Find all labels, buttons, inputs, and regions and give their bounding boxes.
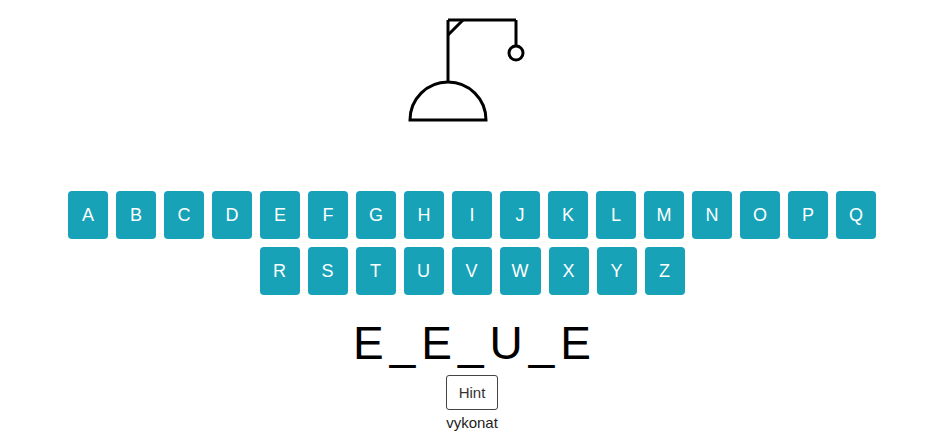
keyboard: ABCDEFGHIJKLMNOPQ RSTUVWXYZ — [68, 191, 876, 295]
letter-key[interactable]: Q — [836, 191, 876, 239]
keyboard-row: ABCDEFGHIJKLMNOPQ — [68, 191, 876, 239]
letter-key[interactable]: N — [692, 191, 732, 239]
letter-key[interactable]: O — [740, 191, 780, 239]
letter-key[interactable]: A — [68, 191, 108, 239]
letter-key[interactable]: Y — [597, 247, 637, 295]
letter-key[interactable]: E — [260, 191, 300, 239]
letter-key[interactable]: U — [404, 247, 444, 295]
word-slot: _ — [529, 315, 555, 371]
letter-key[interactable]: G — [356, 191, 396, 239]
letter-key[interactable]: H — [404, 191, 444, 239]
hint-text: vykonat — [446, 414, 498, 431]
word-slot: E — [421, 315, 452, 371]
letter-key[interactable]: R — [260, 247, 300, 295]
letter-key[interactable]: P — [788, 191, 828, 239]
keyboard-row: RSTUVWXYZ — [260, 247, 685, 295]
letter-key[interactable]: B — [116, 191, 156, 239]
word-slot: E — [353, 315, 384, 371]
letter-key[interactable]: L — [596, 191, 636, 239]
letter-key[interactable]: V — [452, 247, 492, 295]
letter-key[interactable]: M — [644, 191, 684, 239]
letter-key[interactable]: Z — [645, 247, 685, 295]
letter-key[interactable]: D — [212, 191, 252, 239]
letter-key[interactable]: W — [500, 247, 541, 295]
letter-key[interactable]: I — [452, 191, 492, 239]
letter-key[interactable]: K — [548, 191, 588, 239]
hint-button[interactable]: Hint — [446, 375, 499, 410]
letter-key[interactable]: X — [549, 247, 589, 295]
word-slot: U — [490, 315, 523, 371]
hangman-page: ABCDEFGHIJKLMNOPQRSTUVWXYZE_E_U_EHintvyk… — [0, 0, 944, 441]
gallows-icon — [404, 14, 534, 124]
letter-key[interactable]: F — [308, 191, 348, 239]
letter-key[interactable]: S — [308, 247, 348, 295]
word: E_E_U_E — [353, 315, 591, 371]
word-slot: E — [560, 315, 591, 371]
letter-key[interactable]: T — [356, 247, 396, 295]
letter-key[interactable]: C — [164, 191, 204, 239]
letter-key[interactable]: J — [500, 191, 540, 239]
word-slot: _ — [458, 315, 484, 371]
word-slot: _ — [390, 315, 416, 371]
